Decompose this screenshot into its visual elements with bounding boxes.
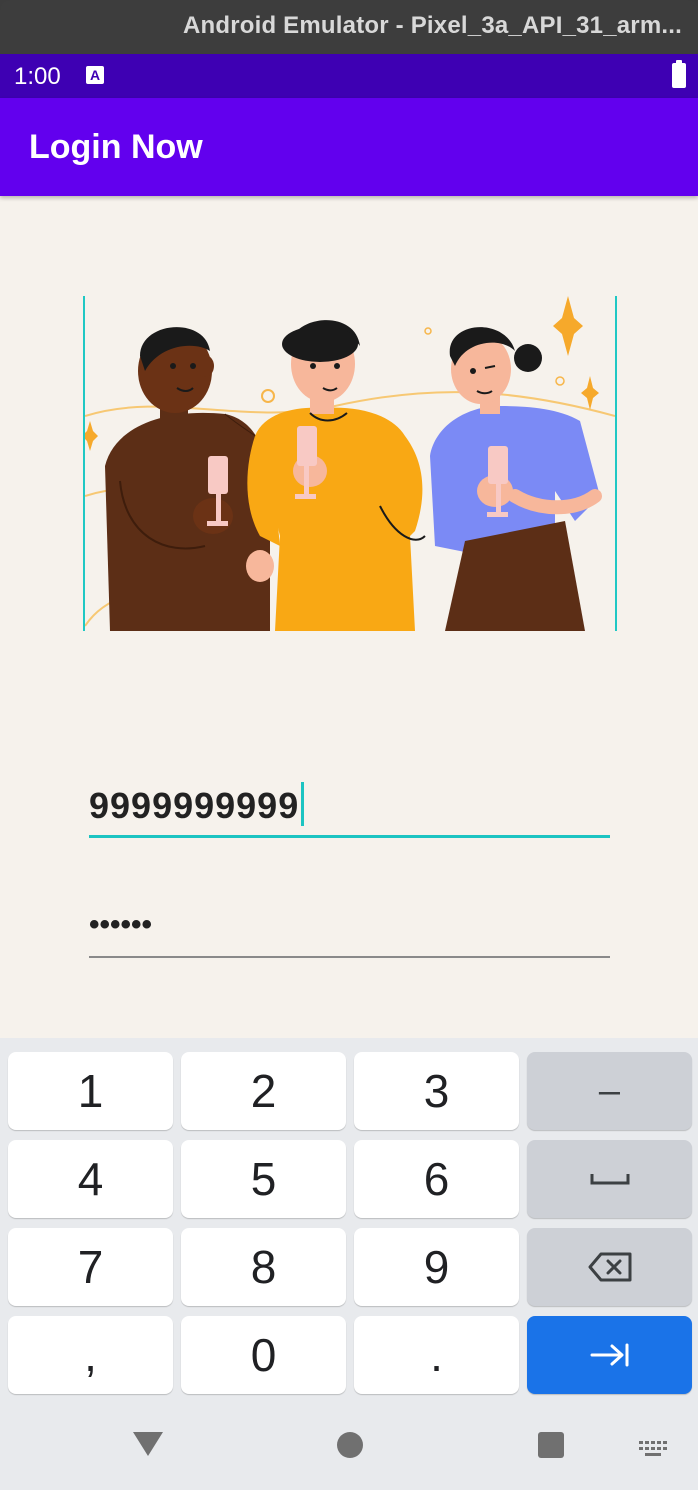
text-caret <box>301 782 305 826</box>
key-backspace[interactable] <box>527 1228 692 1306</box>
nav-back-icon[interactable] <box>133 1432 163 1456</box>
friends-illustration <box>83 296 617 631</box>
key-9[interactable]: 9 <box>354 1228 519 1306</box>
friends-illustration-graphic <box>85 296 615 631</box>
key-dash[interactable]: – <box>527 1052 692 1130</box>
keyboard-switch-icon[interactable] <box>638 1440 668 1458</box>
next-field-icon <box>590 1343 628 1367</box>
status-bar: 1:00 A <box>0 54 698 98</box>
key-6[interactable]: 6 <box>354 1140 519 1218</box>
password-value: •••••• <box>89 908 153 941</box>
app-bar: Login Now <box>0 98 698 196</box>
key-period[interactable]: . <box>354 1316 519 1394</box>
key-1[interactable]: 1 <box>8 1052 173 1130</box>
password-input[interactable]: •••••• <box>89 904 610 958</box>
key-space[interactable] <box>527 1140 692 1218</box>
key-3[interactable]: 3 <box>354 1052 519 1130</box>
phone-number-text: 9999999999 <box>89 785 300 826</box>
key-next[interactable] <box>527 1316 692 1394</box>
phone-screen: 1:00 A Login Now 9999999999 •••••• 1 2 3… <box>0 54 698 1490</box>
numeric-keyboard: 1 2 3 – 4 5 6 7 8 9 , 0 . <box>0 1038 698 1410</box>
space-icon <box>590 1174 629 1185</box>
key-7[interactable]: 7 <box>8 1228 173 1306</box>
nav-recents-icon[interactable] <box>538 1432 564 1458</box>
key-5[interactable]: 5 <box>181 1140 346 1218</box>
key-4[interactable]: 4 <box>8 1140 173 1218</box>
key-comma[interactable]: , <box>8 1316 173 1394</box>
key-2[interactable]: 2 <box>181 1052 346 1130</box>
notification-a-icon: A <box>86 66 104 84</box>
backspace-icon <box>588 1252 631 1282</box>
phone-number-value: 9999999999 <box>89 782 305 827</box>
emulator-window-titlebar: Android Emulator - Pixel_3a_API_31_arm..… <box>0 0 698 54</box>
key-8[interactable]: 8 <box>181 1228 346 1306</box>
key-0[interactable]: 0 <box>181 1316 346 1394</box>
phone-number-input[interactable]: 9999999999 <box>89 782 610 838</box>
system-nav-bar <box>0 1410 698 1490</box>
battery-icon <box>672 60 686 88</box>
window-title: Android Emulator - Pixel_3a_API_31_arm..… <box>182 12 682 39</box>
app-bar-title: Login Now <box>29 128 203 166</box>
status-time: 1:00 <box>14 63 61 90</box>
nav-home-icon[interactable] <box>337 1432 363 1458</box>
